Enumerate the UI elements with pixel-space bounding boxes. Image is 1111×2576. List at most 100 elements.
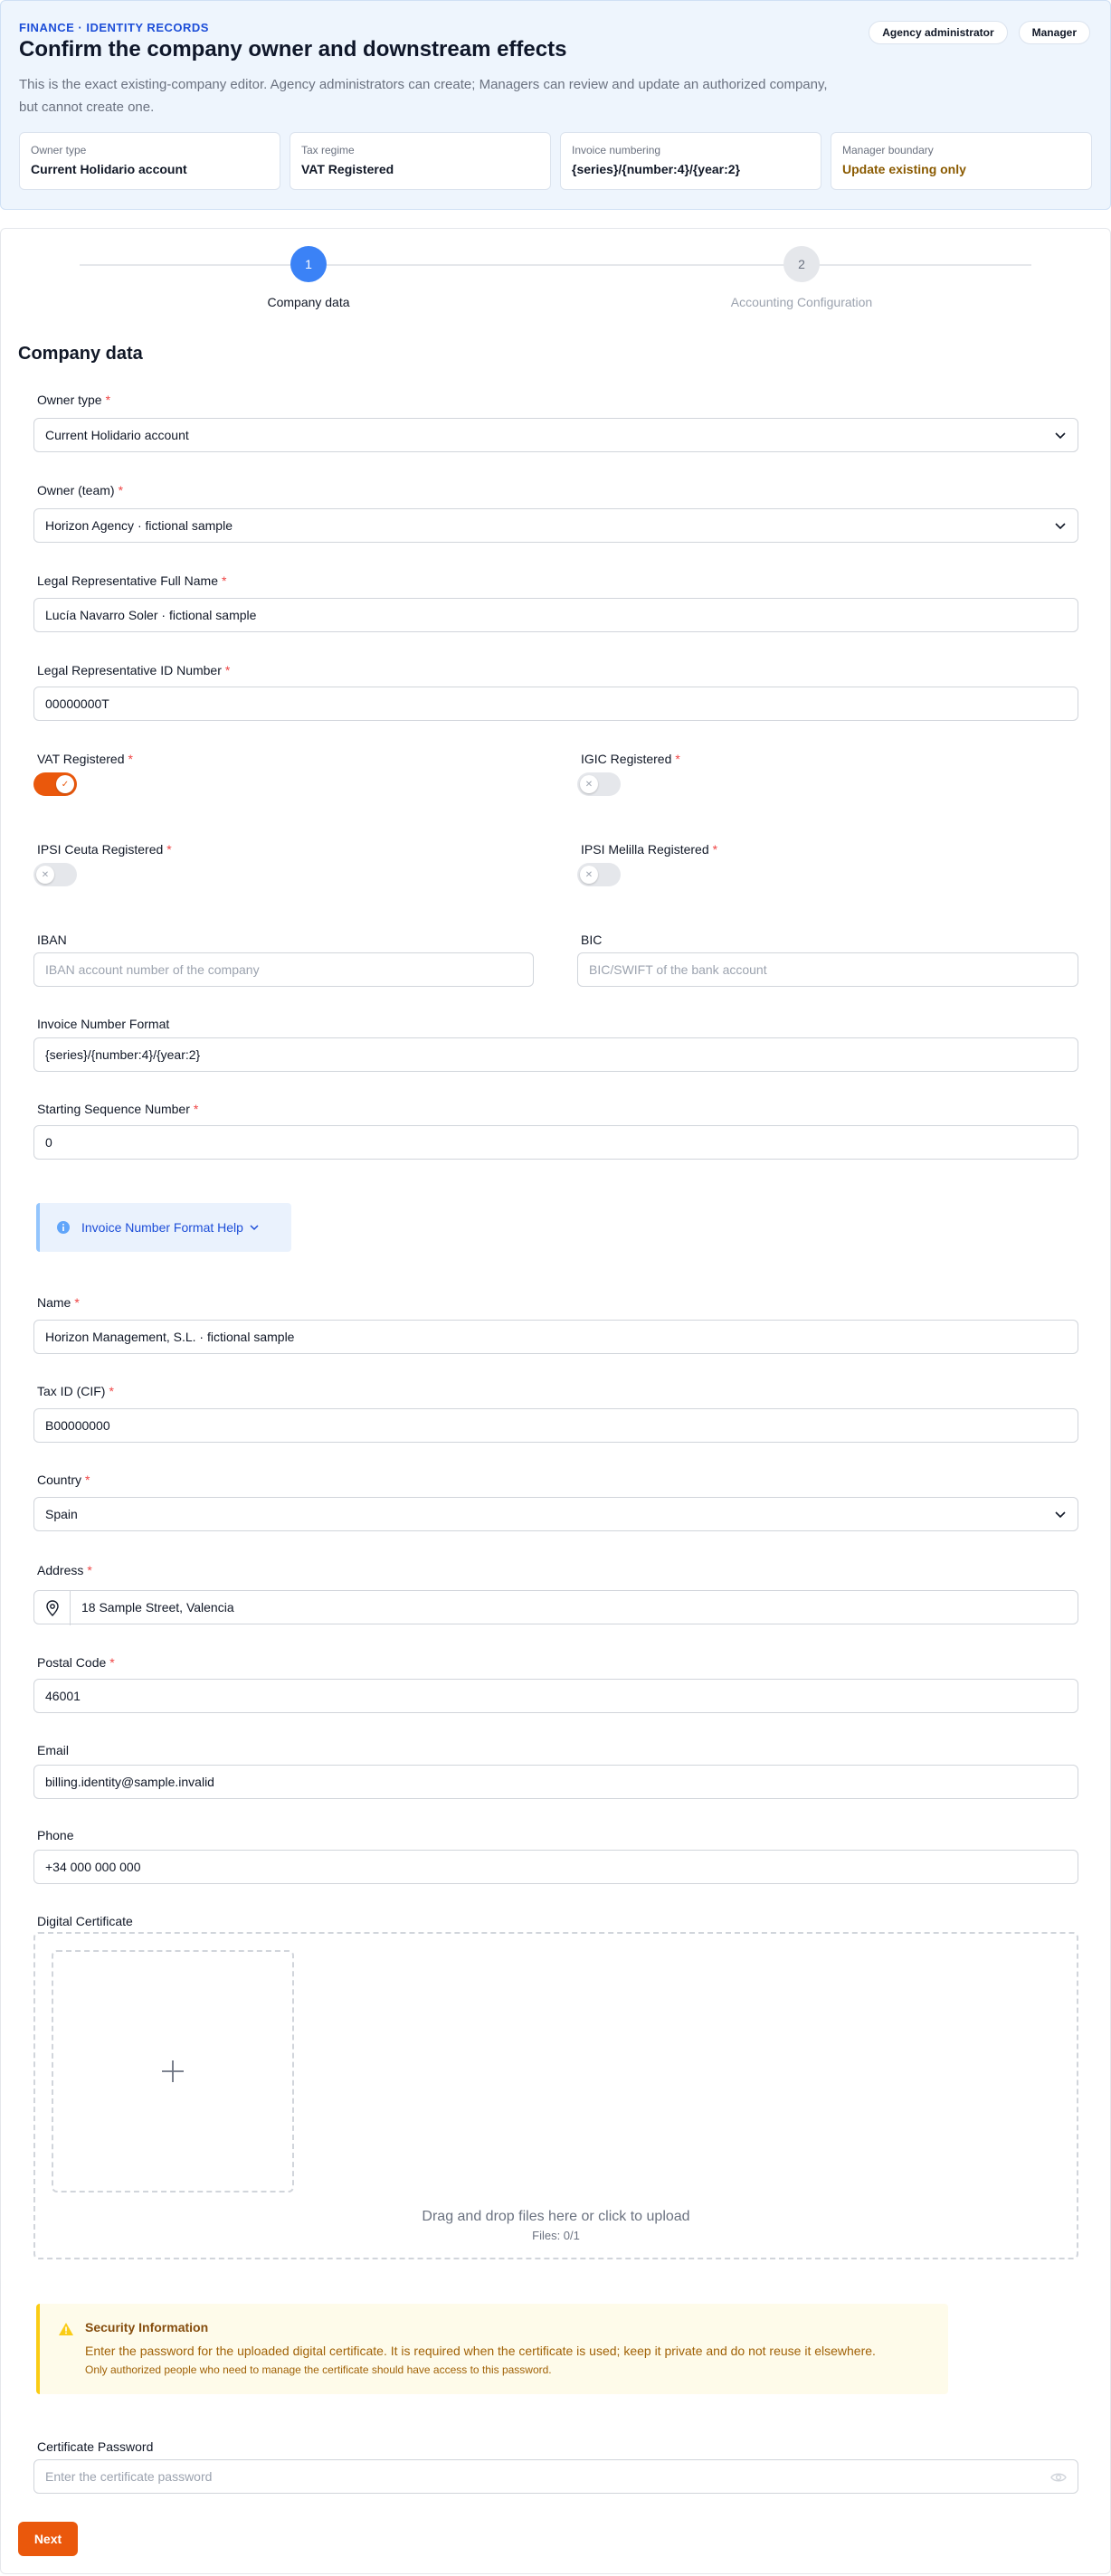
required-marker: * (109, 1655, 115, 1670)
close-icon: ✕ (36, 866, 54, 884)
step-2-label: Accounting Configuration (730, 295, 873, 309)
owner-type-label: Owner type * (37, 393, 110, 407)
location-pin-icon (34, 1591, 71, 1625)
tax-id-input[interactable]: B00000000 (33, 1408, 1078, 1443)
upload-file-count: Files: 0/1 (532, 2229, 580, 2242)
upload-add-tile[interactable] (52, 1950, 294, 2192)
starting-sequence-input[interactable]: 0 (33, 1125, 1078, 1160)
step-1-label: Company data (267, 295, 350, 309)
breadcrumb: FINANCE · IDENTITY RECORDS (19, 21, 209, 34)
chevron-down-icon (250, 1225, 259, 1231)
phone-label: Phone (37, 1828, 74, 1842)
name-input[interactable]: Horizon Management, S.L. · fictional sam… (33, 1320, 1078, 1354)
address-input[interactable]: 18 Sample Street, Valencia (33, 1590, 1078, 1625)
owner-team-select[interactable]: Horizon Agency · fictional sample (33, 508, 1078, 543)
page-header: FINANCE · IDENTITY RECORDS Confirm the c… (0, 0, 1111, 210)
igic-toggle[interactable]: ✕ (577, 772, 621, 796)
label-text: VAT Registered (37, 752, 125, 766)
required-marker: * (675, 752, 680, 766)
vat-toggle[interactable]: ✓ (33, 772, 77, 796)
vat-label: VAT Registered * (37, 752, 133, 766)
ipsi-melilla-toggle[interactable]: ✕ (577, 863, 621, 886)
label-text: IGIC Registered (581, 752, 672, 766)
invoice-format-help-toggle[interactable]: Invoice Number Format Help (36, 1203, 291, 1252)
check-icon: ✓ (56, 775, 74, 793)
info-icon (57, 1221, 70, 1234)
upload-instructions: Drag and drop files here or click to upl… (422, 2209, 690, 2224)
phone-input[interactable]: +34 000 000 000 (33, 1850, 1078, 1884)
summary-value: Current Holidario account (31, 162, 187, 176)
ipsi-ceuta-toggle[interactable]: ✕ (33, 863, 77, 886)
required-marker: * (222, 573, 227, 588)
summary-value: VAT Registered (301, 162, 394, 176)
cert-password-label: Certificate Password (37, 2439, 154, 2454)
chevron-down-icon (1055, 523, 1066, 530)
certificate-label: Digital Certificate (37, 1914, 133, 1928)
owner-type-select[interactable]: Current Holidario account (33, 418, 1078, 452)
steps-progress-line (80, 264, 1031, 266)
required-marker: * (166, 842, 172, 857)
section-title: Company data (18, 344, 143, 364)
postal-code-input[interactable]: 46001 (33, 1679, 1078, 1713)
iban-input[interactable]: IBAN account number of the company (33, 952, 534, 987)
invoice-format-label: Invoice Number Format (37, 1017, 170, 1031)
chevron-down-icon (1055, 432, 1066, 440)
plus-icon (162, 2060, 184, 2082)
legal-rep-id-input[interactable]: 00000000T (33, 687, 1078, 721)
page-title: Confirm the company owner and downstream… (19, 37, 567, 62)
label-text: Legal Representative Full Name (37, 573, 218, 588)
select-value: Spain (45, 1507, 78, 1521)
required-marker: * (87, 1563, 92, 1577)
required-marker: * (105, 393, 111, 407)
country-label: Country * (37, 1473, 90, 1487)
summary-card-invoice-numbering: Invoice numbering {series}/{number:4}/{y… (560, 132, 821, 190)
cert-password-input[interactable]: Enter the certificate password (33, 2459, 1078, 2494)
close-icon: ✕ (580, 866, 598, 884)
security-info-alert: Security Information Enter the password … (36, 2304, 948, 2394)
certificate-upload-dropzone[interactable]: Drag and drop files here or click to upl… (33, 1932, 1078, 2259)
summary-label: Invoice numbering (572, 144, 661, 156)
legal-rep-name-label: Legal Representative Full Name * (37, 573, 226, 588)
igic-label: IGIC Registered * (581, 752, 680, 766)
summary-label: Owner type (31, 144, 87, 156)
next-button[interactable]: Next (18, 2522, 78, 2556)
label-text: IPSI Melilla Registered (581, 842, 709, 857)
summary-card-owner-type: Owner type Current Holidario account (19, 132, 280, 190)
address-value: 18 Sample Street, Valencia (81, 1600, 234, 1615)
summary-card-manager-boundary: Manager boundary Update existing only (831, 132, 1092, 190)
security-subtext: Only authorized people who need to manag… (85, 2363, 552, 2376)
warning-icon (59, 2323, 73, 2335)
summary-label: Manager boundary (842, 144, 934, 156)
country-select[interactable]: Spain (33, 1497, 1078, 1531)
starting-sequence-label: Starting Sequence Number * (37, 1102, 198, 1116)
role-badge-manager: Manager (1018, 21, 1090, 44)
email-input[interactable]: billing.identity@sample.invalid (33, 1765, 1078, 1799)
select-value: Current Holidario account (45, 428, 189, 442)
email-label: Email (37, 1743, 70, 1757)
address-label: Address * (37, 1563, 92, 1577)
role-badges: Agency administrator Manager (869, 21, 1090, 44)
required-marker: * (118, 483, 124, 497)
help-label: Invoice Number Format Help (81, 1220, 243, 1235)
invoice-format-input[interactable]: {series}/{number:4}/{year:2} (33, 1037, 1078, 1072)
security-title: Security Information (85, 2320, 209, 2334)
name-label: Name * (37, 1295, 80, 1310)
close-icon: ✕ (580, 775, 598, 793)
bic-input[interactable]: BIC/SWIFT of the bank account (577, 952, 1078, 987)
select-value: Horizon Agency · fictional sample (45, 518, 233, 533)
iban-label: IBAN (37, 933, 67, 947)
step-1-indicator[interactable]: 1 (290, 246, 327, 282)
label-text: Address (37, 1563, 84, 1577)
ipsi-melilla-label: IPSI Melilla Registered * (581, 842, 717, 857)
required-marker: * (128, 752, 133, 766)
legal-rep-name-input[interactable]: Lucía Navarro Soler · fictional sample (33, 598, 1078, 632)
chevron-down-icon (1055, 1511, 1066, 1519)
step-2-indicator[interactable]: 2 (783, 246, 820, 282)
role-badge-agency-admin: Agency administrator (869, 21, 1008, 44)
label-text: Owner (team) (37, 483, 115, 497)
summary-cards: Owner type Current Holidario account Tax… (19, 132, 1092, 190)
tax-id-label: Tax ID (CIF) * (37, 1384, 114, 1398)
eye-icon[interactable] (1050, 2471, 1067, 2484)
required-marker: * (193, 1102, 199, 1116)
required-marker: * (85, 1473, 90, 1487)
